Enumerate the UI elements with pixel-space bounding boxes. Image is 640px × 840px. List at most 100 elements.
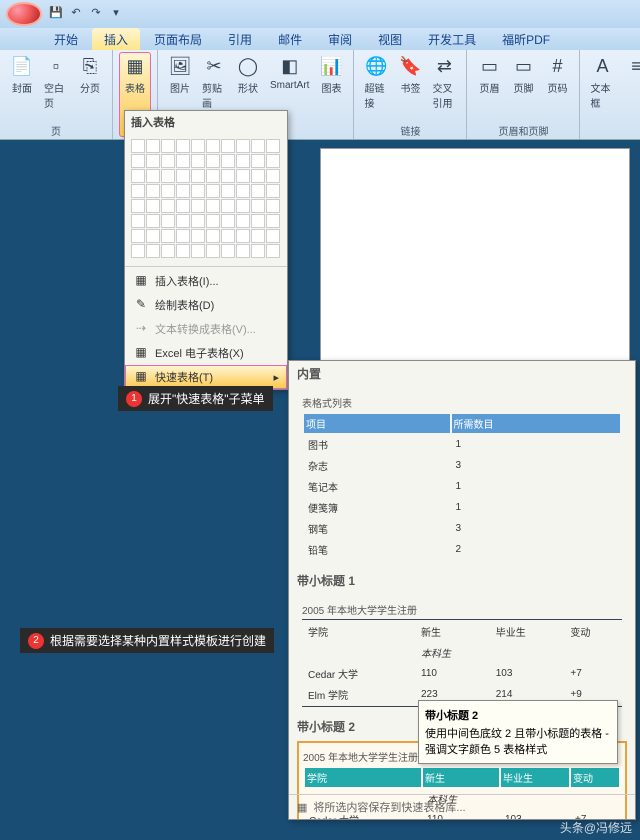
grid-cell[interactable]: [251, 154, 265, 168]
grid-cell[interactable]: [251, 244, 265, 258]
grid-cell[interactable]: [146, 169, 160, 183]
grid-cell[interactable]: [206, 139, 220, 153]
grid-cell[interactable]: [146, 154, 160, 168]
grid-cell[interactable]: [176, 214, 190, 228]
grid-cell[interactable]: [191, 244, 205, 258]
grid-cell[interactable]: [236, 229, 250, 243]
grid-cell[interactable]: [161, 214, 175, 228]
undo-icon[interactable]: ↶: [68, 6, 84, 22]
grid-cell[interactable]: [131, 154, 145, 168]
grid-cell[interactable]: [161, 169, 175, 183]
grid-cell[interactable]: [131, 229, 145, 243]
excel-spreadsheet-item[interactable]: ▦Excel 电子表格(X): [125, 341, 287, 365]
grid-cell[interactable]: [236, 244, 250, 258]
table-size-grid[interactable]: [125, 133, 287, 264]
tab-references[interactable]: 引用: [216, 28, 264, 50]
grid-cell[interactable]: [146, 199, 160, 213]
tab-review[interactable]: 审阅: [316, 28, 364, 50]
grid-cell[interactable]: [221, 139, 235, 153]
grid-cell[interactable]: [146, 214, 160, 228]
document-canvas[interactable]: [320, 148, 630, 378]
grid-cell[interactable]: [236, 199, 250, 213]
grid-cell[interactable]: [191, 154, 205, 168]
grid-cell[interactable]: [221, 229, 235, 243]
grid-cell[interactable]: [161, 154, 175, 168]
grid-cell[interactable]: [146, 139, 160, 153]
grid-cell[interactable]: [206, 229, 220, 243]
grid-cell[interactable]: [131, 199, 145, 213]
insert-table-item[interactable]: ▦插入表格(I)...: [125, 269, 287, 293]
grid-cell[interactable]: [221, 154, 235, 168]
save-icon[interactable]: 💾: [48, 6, 64, 22]
grid-cell[interactable]: [251, 214, 265, 228]
grid-cell[interactable]: [251, 139, 265, 153]
tab-mailings[interactable]: 邮件: [266, 28, 314, 50]
grid-cell[interactable]: [161, 244, 175, 258]
grid-cell[interactable]: [221, 169, 235, 183]
grid-cell[interactable]: [251, 199, 265, 213]
grid-cell[interactable]: [266, 154, 280, 168]
redo-icon[interactable]: ↷: [88, 6, 104, 22]
grid-cell[interactable]: [221, 214, 235, 228]
grid-cell[interactable]: [131, 139, 145, 153]
grid-cell[interactable]: [266, 214, 280, 228]
tab-developer[interactable]: 开发工具: [416, 28, 488, 50]
grid-cell[interactable]: [191, 139, 205, 153]
grid-cell[interactable]: [176, 139, 190, 153]
grid-cell[interactable]: [236, 169, 250, 183]
grid-cell[interactable]: [176, 169, 190, 183]
grid-cell[interactable]: [161, 199, 175, 213]
tab-home[interactable]: 开始: [42, 28, 90, 50]
grid-cell[interactable]: [191, 184, 205, 198]
grid-cell[interactable]: [236, 139, 250, 153]
tab-view[interactable]: 视图: [366, 28, 414, 50]
grid-cell[interactable]: [266, 244, 280, 258]
grid-cell[interactable]: [236, 184, 250, 198]
tab-insert[interactable]: 插入: [92, 28, 140, 50]
grid-cell[interactable]: [161, 229, 175, 243]
grid-cell[interactable]: [251, 169, 265, 183]
grid-cell[interactable]: [206, 214, 220, 228]
textbox-button[interactable]: A文本框: [586, 52, 618, 137]
grid-cell[interactable]: [131, 244, 145, 258]
grid-cell[interactable]: [176, 184, 190, 198]
grid-cell[interactable]: [266, 169, 280, 183]
grid-cell[interactable]: [176, 229, 190, 243]
grid-cell[interactable]: [161, 139, 175, 153]
grid-cell[interactable]: [131, 214, 145, 228]
tab-page-layout[interactable]: 页面布局: [142, 28, 214, 50]
grid-cell[interactable]: [251, 229, 265, 243]
gallery-item-tabular-list[interactable]: 表格式列表 项目所需数目 图书1 杂志3 笔记本1 便笺簿1 钢笔3 铅笔2: [297, 388, 627, 566]
grid-cell[interactable]: [206, 244, 220, 258]
grid-cell[interactable]: [251, 184, 265, 198]
quick-parts-button[interactable]: ≡: [620, 52, 640, 137]
grid-cell[interactable]: [146, 229, 160, 243]
grid-cell[interactable]: [191, 214, 205, 228]
office-button[interactable]: [6, 2, 42, 26]
grid-cell[interactable]: [146, 244, 160, 258]
qat-dropdown-icon[interactable]: ▾: [108, 6, 124, 22]
grid-cell[interactable]: [221, 244, 235, 258]
chart-button[interactable]: 📊图表: [315, 52, 347, 137]
grid-cell[interactable]: [266, 229, 280, 243]
save-to-gallery-item[interactable]: ▦ 将所选内容保存到快速表格库...: [289, 794, 635, 819]
grid-cell[interactable]: [176, 199, 190, 213]
grid-cell[interactable]: [131, 184, 145, 198]
grid-cell[interactable]: [176, 154, 190, 168]
grid-cell[interactable]: [266, 199, 280, 213]
grid-cell[interactable]: [236, 214, 250, 228]
grid-cell[interactable]: [146, 184, 160, 198]
grid-cell[interactable]: [221, 184, 235, 198]
grid-cell[interactable]: [206, 169, 220, 183]
draw-table-item[interactable]: ✎绘制表格(D): [125, 293, 287, 317]
grid-cell[interactable]: [131, 169, 145, 183]
grid-cell[interactable]: [161, 184, 175, 198]
grid-cell[interactable]: [266, 139, 280, 153]
grid-cell[interactable]: [221, 199, 235, 213]
gallery-item-subtitle-1[interactable]: 2005 年本地大学学生注册 学院新生毕业生变动 本科生 Cedar 大学110…: [297, 595, 627, 712]
grid-cell[interactable]: [236, 154, 250, 168]
grid-cell[interactable]: [206, 199, 220, 213]
grid-cell[interactable]: [266, 184, 280, 198]
grid-cell[interactable]: [176, 244, 190, 258]
grid-cell[interactable]: [191, 229, 205, 243]
